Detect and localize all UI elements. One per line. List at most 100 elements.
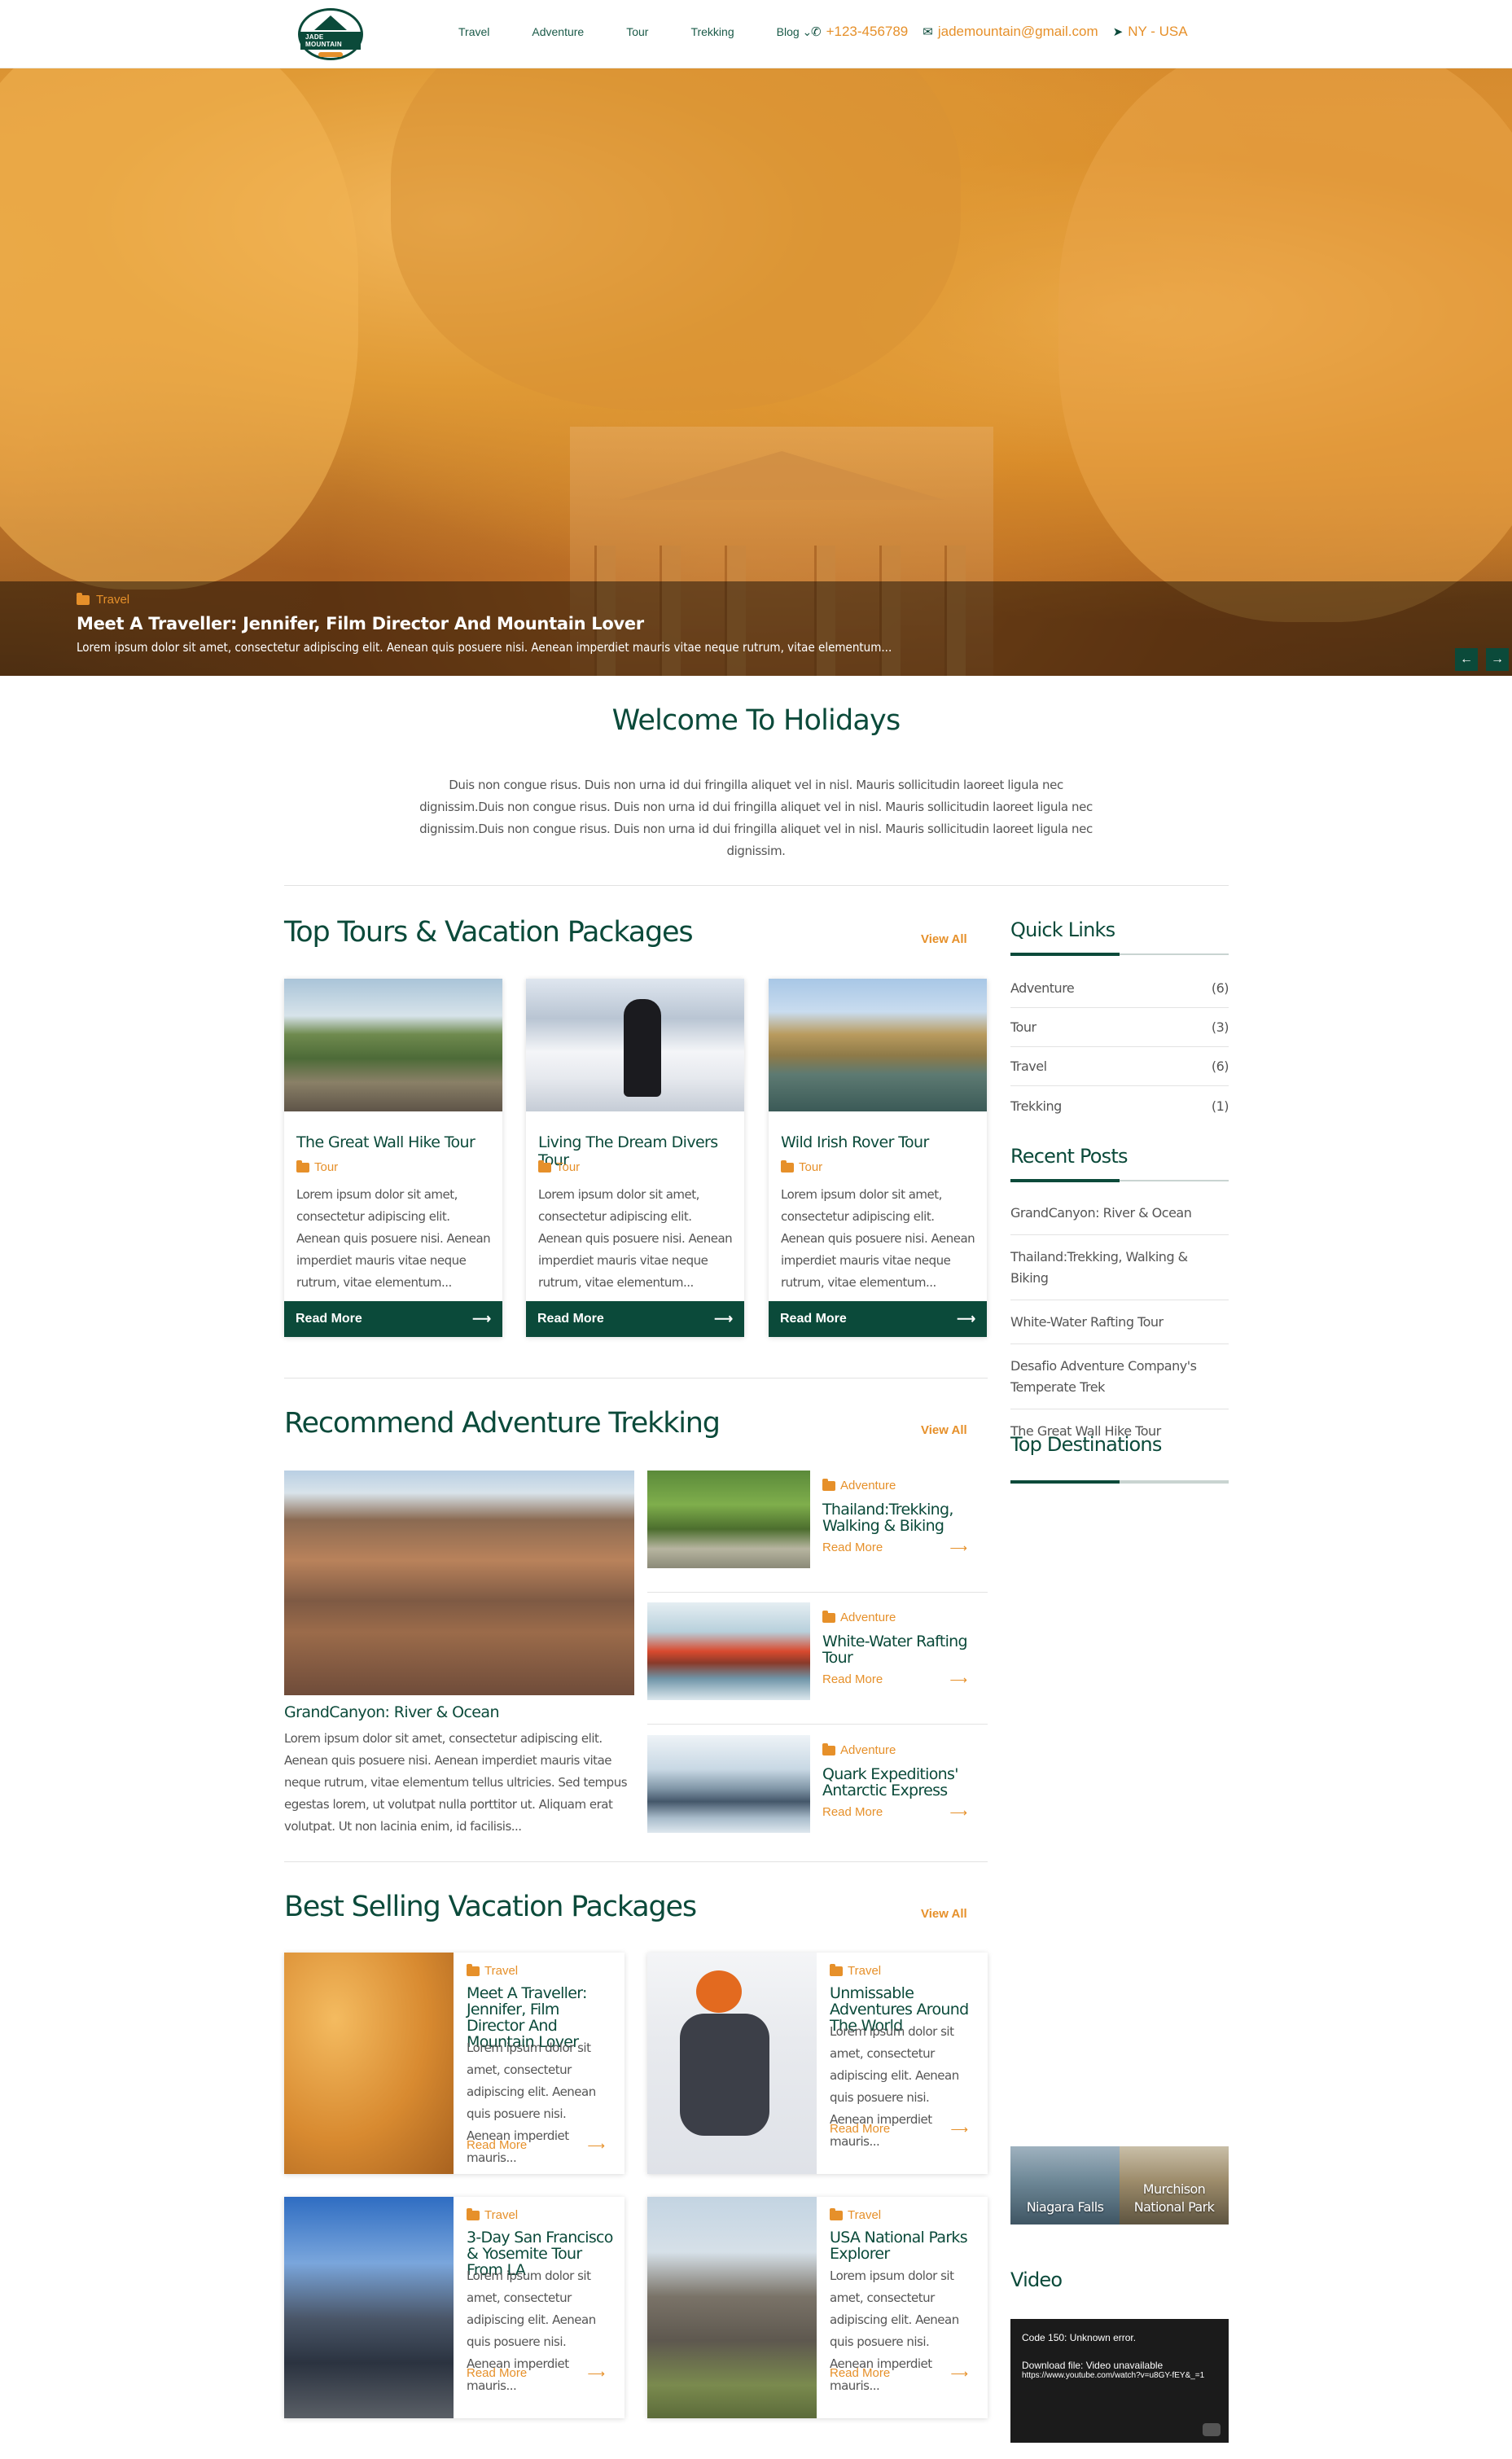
hero-title[interactable]: Meet A Traveller: Jennifer, Film Directo…	[77, 614, 644, 633]
package-image[interactable]	[647, 1953, 817, 2174]
tour-image[interactable]	[284, 979, 502, 1111]
hero-category[interactable]: Travel	[96, 593, 129, 607]
featured-trek-title[interactable]: GrandCanyon: River & Ocean	[284, 1703, 499, 1721]
destination-label[interactable]: Niagara Falls	[1027, 2198, 1104, 2216]
read-more-link[interactable]: Read More	[830, 2122, 890, 2137]
package-image[interactable]	[284, 2197, 454, 2418]
video-title: Video	[1010, 2268, 1063, 2291]
recent-post-link[interactable]: White-Water Rafting Tour	[1010, 1300, 1229, 1344]
read-more-button[interactable]: Read More ⟶	[284, 1301, 502, 1337]
tour-card[interactable]: Living The Dream Divers Tour Tour Lorem …	[526, 979, 744, 1337]
quick-link-label[interactable]: Tour	[1010, 1019, 1036, 1035]
top-tours-view-all[interactable]: View All	[921, 932, 967, 946]
recent-post-link[interactable]: Thailand:Trekking, Walking & Biking	[1010, 1235, 1229, 1300]
read-more-link[interactable]: Read More	[467, 2366, 527, 2381]
arrow-left-icon[interactable]: ←	[1455, 648, 1478, 671]
read-more-link[interactable]: Read More	[830, 2366, 890, 2381]
trek-title[interactable]: Quark Expeditions' Antarctic Express	[822, 1766, 977, 1799]
read-more-button[interactable]: Read More ⟶	[526, 1301, 744, 1337]
welcome-text: Duis non congue risus. Duis non urna id …	[419, 778, 1093, 858]
tour-title[interactable]: Wild Irish Rover Tour	[781, 1133, 929, 1151]
package-category[interactable]: Travel	[848, 2208, 881, 2222]
recent-post-link[interactable]: Desafio Adventure Company's Temperate Tr…	[1010, 1344, 1229, 1409]
tour-card[interactable]: Wild Irish Rover Tour Tour Lorem ipsum d…	[769, 979, 987, 1337]
destination-label[interactable]: Murchison National Park	[1120, 2181, 1229, 2216]
recommend-view-all[interactable]: View All	[921, 1423, 967, 1437]
nav-adventure[interactable]: Adventure	[532, 25, 584, 39]
hero-rock	[0, 68, 358, 590]
trek-item[interactable]: Adventure Quark Expeditions' Antarctic E…	[647, 1735, 988, 1857]
quick-link-label[interactable]: Trekking	[1010, 1098, 1062, 1114]
tour-description: Lorem ipsum dolor sit amet, consectetur …	[781, 1187, 975, 1290]
trek-item[interactable]: Adventure White-Water Rafting Tour Read …	[647, 1602, 988, 1725]
arrow-right-icon[interactable]: ⟶	[949, 1805, 967, 1820]
package-title[interactable]: USA National Parks Explorer	[830, 2229, 980, 2262]
arrow-right-icon[interactable]: ⟶	[950, 2366, 968, 2381]
tour-title[interactable]: The Great Wall Hike Tour	[296, 1133, 476, 1151]
quick-link[interactable]: Adventure (6)	[1010, 969, 1229, 1008]
package-category[interactable]: Travel	[484, 1964, 518, 1978]
phone-number[interactable]: +123-456789	[826, 24, 909, 40]
package-card[interactable]: Travel Meet A Traveller: Jennifer, Film …	[284, 1953, 625, 2174]
underline-accent	[1010, 1179, 1120, 1182]
arrow-right-icon[interactable]: ⟶	[587, 2138, 605, 2153]
nav-blog-label: Blog	[776, 25, 800, 38]
package-category[interactable]: Travel	[484, 2208, 518, 2222]
quick-link[interactable]: Trekking (1)	[1010, 1086, 1229, 1125]
tour-card[interactable]: The Great Wall Hike Tour Tour Lorem ipsu…	[284, 979, 502, 1337]
trek-image[interactable]	[647, 1735, 810, 1833]
package-card[interactable]: Travel USA National Parks Explorer Lorem…	[647, 2197, 988, 2418]
trek-image[interactable]	[647, 1471, 810, 1568]
tour-category[interactable]: Tour	[799, 1160, 822, 1174]
featured-trek-image[interactable]	[284, 1471, 634, 1695]
read-more-link[interactable]: Read More	[822, 1805, 883, 1820]
read-more-link[interactable]: Read More	[822, 1672, 883, 1687]
package-image[interactable]	[647, 2197, 817, 2418]
read-more-link[interactable]: Read More	[822, 1541, 883, 1555]
arrow-right-icon[interactable]: →	[1486, 648, 1509, 671]
tour-image[interactable]	[769, 979, 987, 1111]
tour-category[interactable]: Tour	[556, 1160, 580, 1174]
destination-tile[interactable]: Niagara Falls	[1010, 2146, 1120, 2224]
youtube-icon[interactable]	[1203, 2423, 1221, 2436]
trek-title[interactable]: Thailand:Trekking, Walking & Biking	[822, 1501, 977, 1534]
video-player[interactable]: Code 150: Unknown error. Download file: …	[1010, 2319, 1229, 2443]
folder-icon	[830, 2207, 843, 2220]
destinations-progress	[1010, 1480, 1229, 1484]
arrow-right-icon[interactable]: ⟶	[587, 2366, 605, 2381]
quick-link[interactable]: Travel (6)	[1010, 1047, 1229, 1086]
tour-category[interactable]: Tour	[314, 1160, 338, 1174]
divider	[284, 1378, 988, 1379]
nav-travel[interactable]: Travel	[458, 25, 489, 39]
video-url[interactable]: https://www.youtube.com/watch?v=u8GY-fEY…	[1022, 2371, 1209, 2380]
trek-image[interactable]	[647, 1602, 810, 1700]
package-card[interactable]: Travel 3-Day San Francisco & Yosemite To…	[284, 2197, 625, 2418]
arrow-right-icon[interactable]: ⟶	[950, 2122, 968, 2137]
hero-slider[interactable]: Travel Meet A Traveller: Jennifer, Film …	[0, 68, 1512, 676]
email-address[interactable]: jademountain@gmail.com	[938, 24, 1098, 40]
page: { "header": { "logo_text": "JADE MOUNTAI…	[0, 0, 1512, 2459]
quick-link-label[interactable]: Adventure	[1010, 980, 1075, 996]
tour-image[interactable]	[526, 979, 744, 1111]
best-selling-view-all[interactable]: View All	[921, 1907, 967, 1921]
destination-tile[interactable]: Murchison National Park	[1120, 2146, 1229, 2224]
quick-link[interactable]: Tour (3)	[1010, 1008, 1229, 1047]
package-image[interactable]	[284, 1953, 454, 2174]
trek-category[interactable]: Adventure	[840, 1479, 896, 1492]
nav-trekking[interactable]: Trekking	[690, 25, 734, 39]
trek-category[interactable]: Adventure	[840, 1611, 896, 1624]
trek-item[interactable]: Adventure Thailand:Trekking, Walking & B…	[647, 1471, 988, 1593]
package-category[interactable]: Travel	[848, 1964, 881, 1978]
trek-title[interactable]: White-Water Rafting Tour	[822, 1633, 977, 1666]
recent-post-link[interactable]: GrandCanyon: River & Ocean	[1010, 1191, 1229, 1235]
read-more-button[interactable]: Read More ⟶	[769, 1301, 987, 1337]
nav-tour[interactable]: Tour	[626, 25, 648, 39]
arrow-right-icon[interactable]: ⟶	[949, 1541, 967, 1555]
arrow-right-icon[interactable]: ⟶	[949, 1672, 967, 1687]
package-card[interactable]: Travel Unmissable Adventures Around The …	[647, 1953, 988, 2174]
read-more-link[interactable]: Read More	[467, 2138, 527, 2153]
quick-link-label[interactable]: Travel	[1010, 1059, 1047, 1074]
nav-blog[interactable]: Blog ⌄	[777, 25, 813, 39]
site-logo[interactable]: JADE MOUNTAIN	[298, 8, 363, 60]
trek-category[interactable]: Adventure	[840, 1743, 896, 1757]
